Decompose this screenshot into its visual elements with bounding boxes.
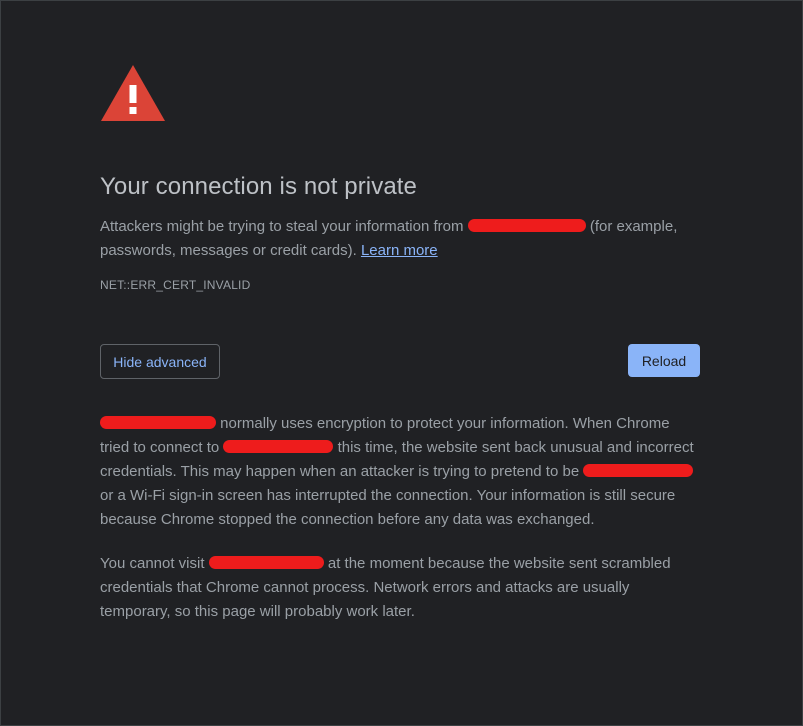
redacted-domain (223, 440, 334, 453)
redacted-domain (467, 219, 586, 232)
intro-text: Attackers might be trying to steal your … (100, 215, 700, 263)
interstitial-content: Your connection is not private Attackers… (100, 64, 700, 644)
intro-text-before: Attackers might be trying to steal your … (100, 218, 464, 235)
learn-more-link[interactable]: Learn more (361, 242, 438, 259)
hide-advanced-button[interactable]: Hide advanced (100, 344, 220, 379)
redacted-domain (583, 464, 694, 477)
page-title: Your connection is not private (100, 173, 417, 200)
details-p1-seg3: or a Wi-Fi sign-in screen has interrupte… (100, 487, 676, 528)
button-row: Hide advanced Reload (100, 344, 700, 380)
advanced-details: normally uses encryption to protect your… (100, 412, 700, 624)
redacted-domain (208, 556, 324, 569)
details-paragraph-2: You cannot visit at the moment because t… (100, 552, 700, 624)
warning-triangle-icon (101, 65, 165, 121)
redacted-domain (100, 416, 216, 429)
reload-button[interactable]: Reload (628, 344, 700, 377)
details-paragraph-1: normally uses encryption to protect your… (100, 412, 700, 532)
details-p2-seg1: You cannot visit (100, 555, 205, 572)
error-code: NET::ERR_CERT_INVALID (100, 278, 251, 292)
